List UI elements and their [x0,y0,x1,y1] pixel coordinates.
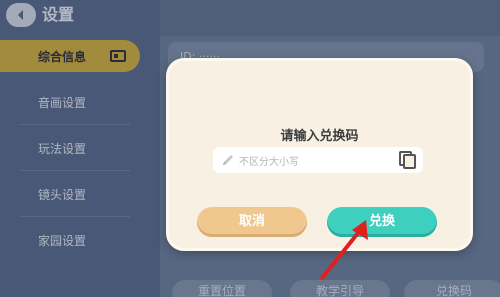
pencil-icon [223,155,233,165]
input-placeholder: 不区分大小写 [239,157,299,168]
cancel-button[interactable]: 取消 [197,207,307,237]
annotation-arrow-icon [320,220,368,280]
dialog-title: 请输入兑换码 [280,129,359,144]
redeem-code-input[interactable]: 不区分大小写 [213,147,423,173]
paste-icon[interactable] [397,151,417,169]
